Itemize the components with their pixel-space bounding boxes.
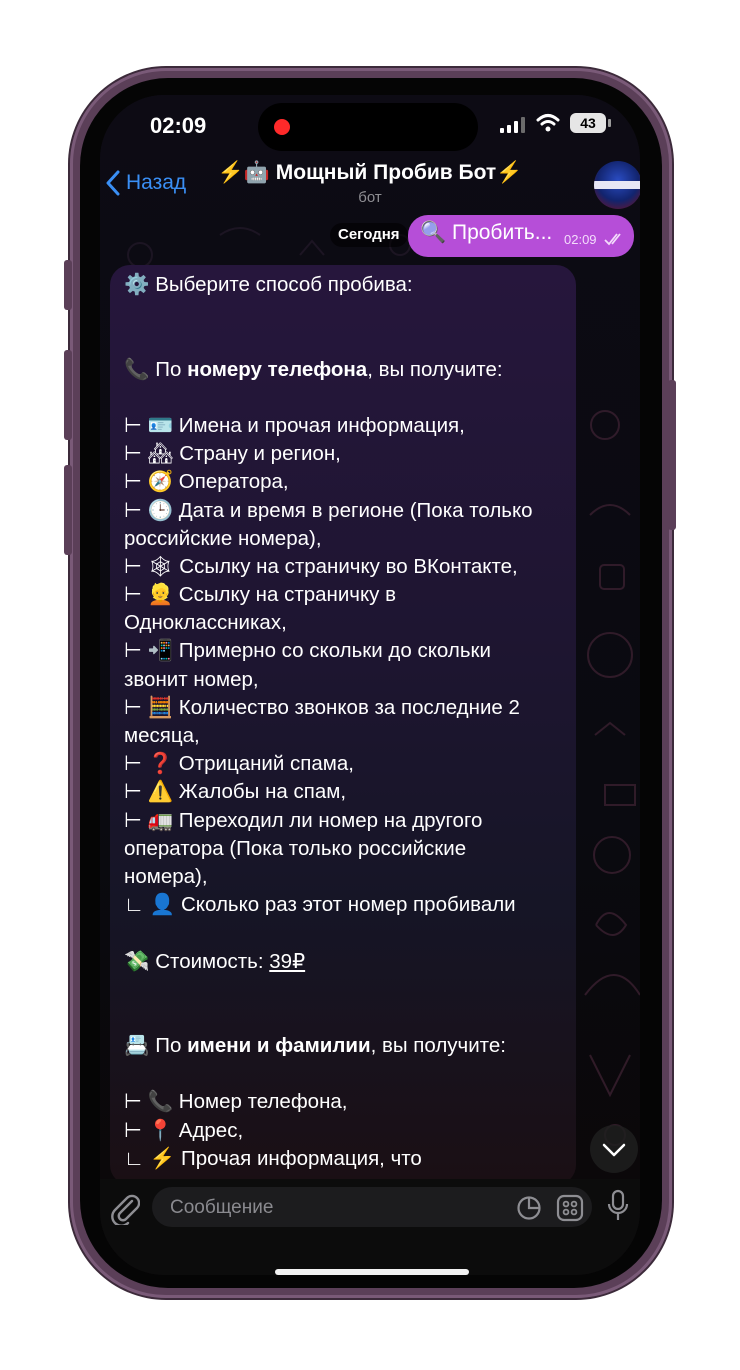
home-indicator[interactable] — [275, 1269, 469, 1275]
status-time: 02:09 — [150, 113, 207, 138]
outgoing-message-text: 🔍 Пробить... — [420, 221, 553, 244]
message-input-bar — [100, 1179, 640, 1275]
message-line: звонит номер, — [124, 667, 259, 691]
card-index-icon: 📇 — [124, 1034, 150, 1058]
message-line: месяца, — [124, 724, 200, 747]
dynamic-island — [258, 103, 478, 151]
recording-dot-icon — [274, 119, 290, 135]
message-line: ⊢ 👱 Ссылку на страничку в — [124, 583, 397, 607]
message-line: ⊢ ❓ Отрицаний спама, — [124, 752, 354, 776]
sticker-icon[interactable] — [516, 1195, 542, 1221]
phone-section-heading: 📞 По номеру телефона, вы получите: — [124, 357, 503, 381]
message-line: ⊢ 🪪 Имена и прочая информация, — [124, 413, 465, 437]
bot-commands-icon[interactable] — [556, 1194, 584, 1222]
power-button — [668, 380, 676, 530]
phone-icon: 📞 — [124, 357, 150, 381]
message-line: ⊢ 📍 Адрес, — [124, 1118, 244, 1142]
message-line: ⊢ 🧮 Количество звонков за последние 2 — [124, 695, 520, 719]
message-line: ⊢ 🧭 Оператора, — [124, 470, 289, 494]
back-label: Назад — [126, 171, 187, 194]
message-line: Одноклассниках, — [124, 611, 287, 635]
volume-down-button — [64, 465, 72, 555]
volume-up-button — [64, 350, 72, 440]
incoming-message-text: ⚙️ Выберите способ пробива: 📞 По номеру … — [124, 271, 568, 1173]
message-line: ∟ 👤 Сколько раз этот номер пробивали — [124, 893, 516, 917]
message-line: оператора (Пока только российские — [124, 836, 467, 860]
message-line: ⊢ 🕸 Ссылку на страничку во ВКонтакте, — [124, 554, 518, 578]
chat-header: Назад ⚡️🤖 Мощный Пробив Бот⚡️ бот — [100, 155, 640, 215]
message-line: ⚙️ Выберите способ пробива: — [124, 273, 413, 296]
paperclip-icon[interactable] — [110, 1191, 140, 1225]
bot-avatar[interactable] — [594, 161, 640, 209]
scroll-down-button[interactable] — [590, 1125, 638, 1173]
price-line: 💸 Стоимость: 39₽ — [124, 949, 306, 973]
signal-icon — [500, 117, 525, 133]
status-bar: 02:09 43 — [100, 95, 640, 155]
message-line: российские номера), — [124, 526, 322, 550]
avatar-stripe — [594, 181, 640, 189]
phone-screen: 02:09 43 Назад ⚡️🤖 Мощный Пробив Бот⚡️ б… — [100, 95, 640, 1275]
message-line: номера), — [124, 864, 208, 888]
name-section-heading: 📇 По имени и фамилии, вы получите: — [124, 1034, 506, 1058]
chevron-down-icon — [602, 1143, 626, 1157]
wifi-icon — [536, 114, 560, 132]
message-input[interactable] — [168, 1187, 502, 1229]
message-field[interactable] — [152, 1187, 592, 1229]
incoming-message[interactable]: ⚙️ Выберите способ пробива: 📞 По номеру … — [110, 265, 576, 1185]
double-check-icon — [604, 233, 621, 246]
money-icon: 💸 — [124, 949, 150, 973]
message-line: ∟ ⚡️ Прочая информация, что — [124, 1146, 422, 1170]
chat-title[interactable]: ⚡️🤖 Мощный Пробив Бот⚡️ — [210, 161, 530, 185]
price-value: 39₽ — [269, 949, 306, 973]
message-line: ⊢ ⚠️ Жалобы на спам, — [124, 780, 347, 804]
outgoing-message-time: 02:09 — [564, 232, 597, 247]
battery-icon: 43 — [570, 113, 606, 133]
message-line: ⊢ 🚛 Переходил ли номер на другого — [124, 808, 483, 832]
chevron-left-icon — [106, 170, 120, 196]
back-button[interactable]: Назад — [106, 161, 186, 205]
mute-switch — [64, 260, 72, 310]
message-line: ⊢ 🕒 Дата и время в регионе (Пока только — [124, 498, 533, 522]
microphone-icon[interactable] — [606, 1189, 630, 1223]
outgoing-message[interactable]: 🔍 Пробить... 02:09 — [408, 215, 634, 257]
message-line: ⊢ 🏘 Страну и регион, — [124, 442, 341, 466]
chat-subtitle: бот — [358, 189, 382, 206]
battery-cap — [608, 119, 611, 127]
message-line: ⊢ 📲 Примерно со скольки до скольки — [124, 639, 491, 663]
date-separator: Сегодня — [330, 223, 408, 247]
message-line: ⊢ 📞 Номер телефона, — [124, 1090, 348, 1114]
